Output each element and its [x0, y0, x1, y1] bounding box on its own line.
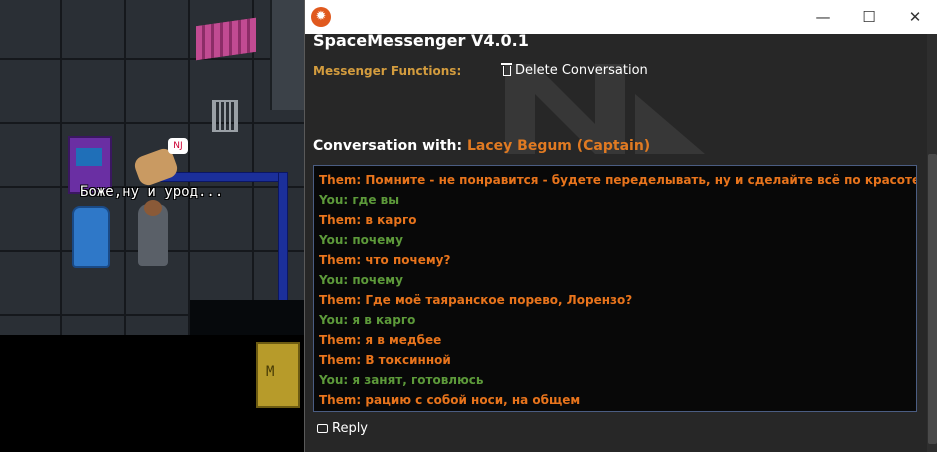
player-character-sprite[interactable]: [138, 200, 168, 266]
speech-bubble: Боже,ну и урод...: [80, 184, 224, 200]
message-you: You: где вы: [319, 193, 400, 207]
message-them: Them: в карго: [319, 213, 417, 227]
contact-name: Lacey Begum (Captain): [466, 138, 651, 154]
message-them: Them: я в медбее: [319, 333, 442, 347]
message-them: Them: Помните - не понравится - будете п…: [319, 173, 917, 187]
message-you: You: я в карго: [319, 313, 416, 327]
trash-icon: [501, 62, 512, 76]
maintenance-door-sprite[interactable]: M: [256, 342, 300, 408]
conversation-label: Conversation with:: [313, 138, 463, 154]
emote-bubble: NJ: [168, 138, 188, 154]
message-them: Them: В токсинной: [319, 353, 451, 367]
close-button[interactable]: ✕: [892, 0, 937, 34]
door-sign: M: [266, 364, 275, 380]
chat-bubble-icon: [317, 424, 328, 433]
reply-button[interactable]: Reply: [315, 419, 370, 438]
station-wall: [270, 0, 304, 110]
message-log[interactable]: Them: Помните - не понравится - будете п…: [313, 165, 917, 412]
conversation-header: Conversation with: Lacey Begum (Captain): [313, 138, 650, 154]
message-you: You: почему: [319, 233, 403, 247]
chair-sprite[interactable]: [212, 100, 238, 132]
pipe-horizontal: [160, 172, 288, 182]
space-void: [190, 300, 304, 340]
scrollbar-thumb[interactable]: [928, 154, 937, 444]
minimize-button[interactable]: —: [800, 0, 846, 34]
messenger-window: ✹ — ☐ ✕ SpaceMessenger V4.0.1 Messenger …: [304, 0, 937, 452]
message-them: Them: Где моё таяранское порево, Лорензо…: [319, 293, 633, 307]
messenger-content: SpaceMessenger V4.0.1 Messenger Function…: [305, 31, 937, 452]
game-viewport[interactable]: NJ Боже,ну и урод... M: [0, 0, 304, 452]
delete-conversation-label: Delete Conversation: [515, 63, 648, 78]
message-you: You: я занят, готовлюсь: [319, 373, 484, 387]
spacemessenger-logo-icon: ✹: [311, 7, 331, 27]
window-titlebar[interactable]: ✹ — ☐ ✕: [305, 0, 937, 34]
message-them: Them: рацию с собой носи, на общем: [319, 393, 581, 407]
messenger-functions-label: Messenger Functions:: [313, 64, 462, 78]
delete-conversation-button[interactable]: Delete Conversation: [499, 61, 652, 80]
window-scrollbar[interactable]: [927, 34, 937, 452]
message-them: Them: что почему?: [319, 253, 451, 267]
message-you: You: почему: [319, 273, 403, 287]
reply-label: Reply: [332, 421, 369, 436]
water-tank-sprite[interactable]: [72, 206, 110, 268]
app-title: SpaceMessenger V4.0.1: [313, 31, 529, 50]
maximize-button[interactable]: ☐: [846, 0, 892, 34]
